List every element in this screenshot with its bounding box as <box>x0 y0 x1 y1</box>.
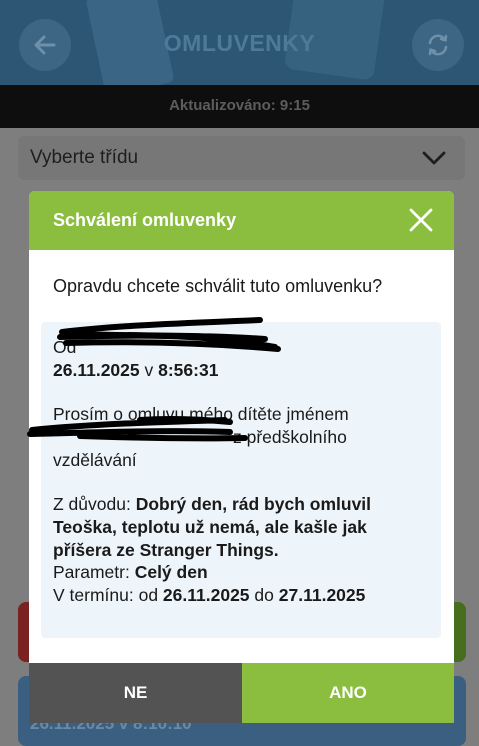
excuse-details: Od 26.11.2025 v 8:56:31 Prosím o omluvu … <box>41 322 441 638</box>
dialog-title: Schválení omluvenky <box>53 210 237 230</box>
reason-text-3: příšera ze Stranger Things. <box>53 540 279 560</box>
term-mid: do <box>249 585 279 605</box>
sent-v: v <box>139 360 159 380</box>
reason-text-2: Teoška, teplotu už nemá, ale kašle jak <box>53 517 367 537</box>
chevron-down-icon <box>422 151 446 165</box>
term: V termínu: od 26.11.2025 do 27.11.2025 <box>53 584 365 607</box>
sender-prefix: Od <box>53 337 77 357</box>
sent-datetime: 26.11.2025 v 8:56:31 <box>53 359 218 382</box>
close-icon <box>409 208 433 232</box>
update-status-text: Aktualizováno: 9:15 <box>169 97 310 114</box>
sent-date: 26.11.2025 <box>53 360 140 380</box>
reason-label: Z důvodu: <box>53 494 136 514</box>
sender-line: Od <box>53 336 76 359</box>
refresh-icon <box>428 34 448 56</box>
class-select-label: Vyberte třídu <box>30 147 139 168</box>
request-line-1: Prosím o omluvu mého dítěte jménem <box>53 404 349 424</box>
background-card <box>452 602 466 662</box>
term-label: V termínu: od <box>53 585 163 605</box>
dialog-header: Schválení omluvenky <box>29 191 454 250</box>
parameter: Parametr: Celý den <box>53 561 208 584</box>
term-from: 26.11.2025 <box>162 585 250 605</box>
parameter-label: Parametr: <box>53 562 135 582</box>
confirm-question: Opravdu chcete schválit tuto omluvenku? <box>53 276 383 296</box>
sent-time: 8:56:31 <box>158 360 219 380</box>
reason-text-1: Dobrý den, rád bych omluvil <box>135 494 372 514</box>
class-select[interactable]: Vyberte třídu <box>18 136 465 180</box>
term-to: 27.11.2025 <box>278 585 366 605</box>
app-header: OMLUVENKY <box>0 0 479 85</box>
dialog-footer: NE ANO <box>29 663 454 723</box>
approve-excuse-dialog: Schválení omluvenky Opravdu chcete schvá… <box>29 191 454 723</box>
parameter-value: Celý den <box>134 562 208 582</box>
refresh-button[interactable] <box>412 19 464 71</box>
update-status-bar: Aktualizováno: 9:15 <box>0 85 479 128</box>
yes-button[interactable]: ANO <box>242 663 454 723</box>
request-line-3: vzdělávání <box>53 450 137 470</box>
close-button[interactable] <box>407 206 435 234</box>
no-button[interactable]: NE <box>29 663 242 723</box>
app-title: OMLUVENKY <box>163 30 316 56</box>
request-line-2: z předškolního <box>233 427 347 447</box>
reason: Z důvodu: Dobrý den, rád bych omluvil <box>53 493 371 516</box>
